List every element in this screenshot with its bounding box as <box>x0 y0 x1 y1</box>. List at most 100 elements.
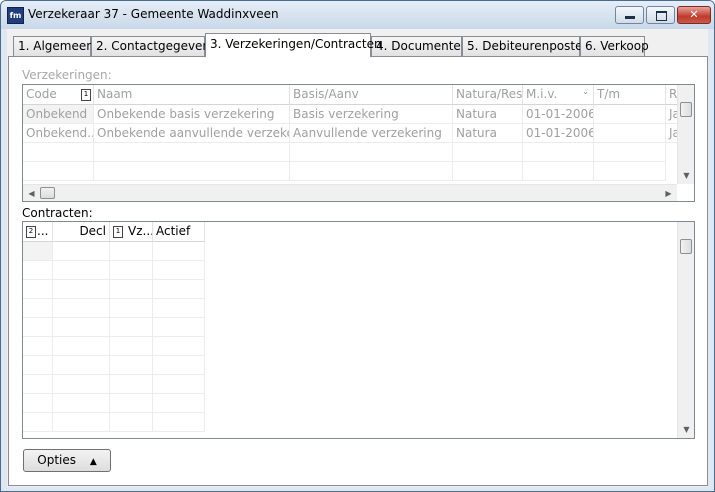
tab-algemeen[interactable]: 1. Algemeen <box>13 36 94 56</box>
empty-cell <box>23 318 53 337</box>
empty-cell <box>153 375 205 394</box>
scroll-right-arrow-icon[interactable]: ▶ <box>660 185 677 201</box>
empty-cell <box>594 143 666 162</box>
empty-cell <box>110 356 153 375</box>
empty-cell <box>110 242 153 261</box>
tab-debiteurenposten[interactable]: 5. Debiteurenposten <box>462 36 590 56</box>
empty-cell <box>153 299 205 318</box>
empty-cell <box>594 162 666 181</box>
cell-code: Onbekend... <box>23 124 94 143</box>
empty-cell <box>290 143 453 162</box>
empty-cell <box>110 337 153 356</box>
tab-verzekeringen-contracten[interactable]: 3. Verzekeringen/Contracten <box>205 33 382 57</box>
scroll-down-arrow-icon[interactable]: ▼ <box>678 167 694 184</box>
app-icon: fm <box>7 7 24 24</box>
verzekeringen-label: Verzekeringen: <box>22 68 112 82</box>
verzekeringen-horizontal-scrollbar[interactable]: ◀ ▶ <box>23 184 677 201</box>
tab-contactgegevens[interactable]: 2. Contactgegevens <box>91 36 216 56</box>
opties-button[interactable]: Opties ▲ <box>23 449 111 472</box>
sort-order-icon: 2 <box>26 226 36 238</box>
col-header-decl-label: Decl <box>79 224 106 238</box>
empty-cell <box>94 143 290 162</box>
empty-cell <box>153 242 205 261</box>
cell-miv: 01-01-2006 <box>523 105 594 124</box>
cell-basis-aanv: Basis verzekering <box>290 105 453 124</box>
empty-cell <box>23 375 53 394</box>
empty-cell <box>453 143 523 162</box>
minimize-button[interactable] <box>615 6 644 24</box>
verzekeringen-vertical-scrollbar[interactable]: ▼ <box>677 85 694 184</box>
empty-cell <box>110 413 153 432</box>
empty-cell <box>110 394 153 413</box>
contracten-label: Contracten: <box>22 206 93 220</box>
empty-cell <box>53 280 110 299</box>
empty-cell <box>153 318 205 337</box>
col-header-sort-label: ... <box>37 224 49 238</box>
col-header-vz-label: Vz... <box>128 224 153 238</box>
empty-cell <box>23 356 53 375</box>
col-header-code-label: Code <box>26 87 57 101</box>
empty-cell <box>53 413 110 432</box>
close-button[interactable]: ✕ <box>677 6 711 24</box>
tab-documenten[interactable]: 4. Documenten <box>371 36 468 56</box>
cell-naam: Onbekende aanvullende verzekeri... <box>94 124 290 143</box>
col-header-basis-aanv-label: Basis/Aanv <box>293 87 359 101</box>
col-header-natura-rest[interactable]: Natura/Rest <box>453 85 523 105</box>
empty-cell <box>53 375 110 394</box>
empty-cell <box>153 337 205 356</box>
sort-order-icon: 1 <box>81 89 91 101</box>
horizontal-scroll-thumb[interactable] <box>40 187 55 199</box>
col-header-tm-label: T/m <box>597 87 621 101</box>
empty-cell <box>53 356 110 375</box>
empty-cell <box>53 318 110 337</box>
empty-cell <box>23 280 53 299</box>
empty-cell <box>53 299 110 318</box>
verzekeringen-grid[interactable]: Code 1 Naam Basis/Aanv Natura/Rest M.i.v… <box>22 84 695 202</box>
cell-code: Onbekend <box>23 105 94 124</box>
maximize-button[interactable] <box>646 6 675 24</box>
sort-order-icon: 1 <box>113 226 123 238</box>
title-bar[interactable]: fm Verzekeraar 37 - Gemeente Waddinxveen… <box>1 1 714 29</box>
cell-naam: Onbekende basis verzekering <box>94 105 290 124</box>
col-header-actief[interactable]: Actief <box>153 222 205 242</box>
sort-desc-icon: ⌄ <box>582 87 589 96</box>
empty-cell <box>23 162 94 181</box>
empty-cell <box>153 356 205 375</box>
cell-basis-aanv: Aanvullende verzekering <box>290 124 453 143</box>
empty-cell <box>94 162 290 181</box>
scroll-left-arrow-icon[interactable]: ◀ <box>23 185 40 201</box>
empty-cell <box>110 318 153 337</box>
contracten-grid[interactable]: ... 2 Decl Vz... 1 Actief ▼ <box>22 221 695 439</box>
empty-cell <box>23 413 53 432</box>
empty-cell <box>110 261 153 280</box>
empty-cell <box>290 162 453 181</box>
cell-tm <box>594 124 666 143</box>
empty-cell <box>23 261 53 280</box>
vertical-scroll-thumb[interactable] <box>680 239 692 254</box>
maximize-icon <box>656 11 667 21</box>
empty-cell <box>153 261 205 280</box>
cell-miv: 01-01-2006 <box>523 124 594 143</box>
minimize-icon <box>625 16 635 19</box>
empty-cell <box>53 394 110 413</box>
tab-verkoop[interactable]: 6. Verkoop <box>580 36 649 56</box>
cell-natura-rest: Natura <box>453 124 523 143</box>
col-header-naam[interactable]: Naam <box>94 85 290 105</box>
close-icon: ✕ <box>689 8 699 21</box>
col-header-basis-aanv[interactable]: Basis/Aanv <box>290 85 453 105</box>
empty-cell <box>523 143 594 162</box>
empty-cell <box>523 162 594 181</box>
scroll-down-arrow-icon[interactable]: ▼ <box>678 421 694 438</box>
contracten-vertical-scrollbar[interactable]: ▼ <box>677 222 694 438</box>
empty-cell <box>153 394 205 413</box>
empty-cell <box>110 299 153 318</box>
col-header-miv-label: M.i.v. <box>526 87 558 101</box>
empty-cell <box>110 375 153 394</box>
cell-natura-rest: Natura <box>453 105 523 124</box>
empty-cell <box>53 242 110 261</box>
vertical-scroll-thumb[interactable] <box>680 102 692 117</box>
col-header-tm[interactable]: T/m <box>594 85 666 105</box>
empty-cell <box>23 394 53 413</box>
col-header-miv[interactable]: M.i.v. ⌄ <box>523 85 594 105</box>
col-header-decl[interactable]: Decl <box>53 222 110 242</box>
